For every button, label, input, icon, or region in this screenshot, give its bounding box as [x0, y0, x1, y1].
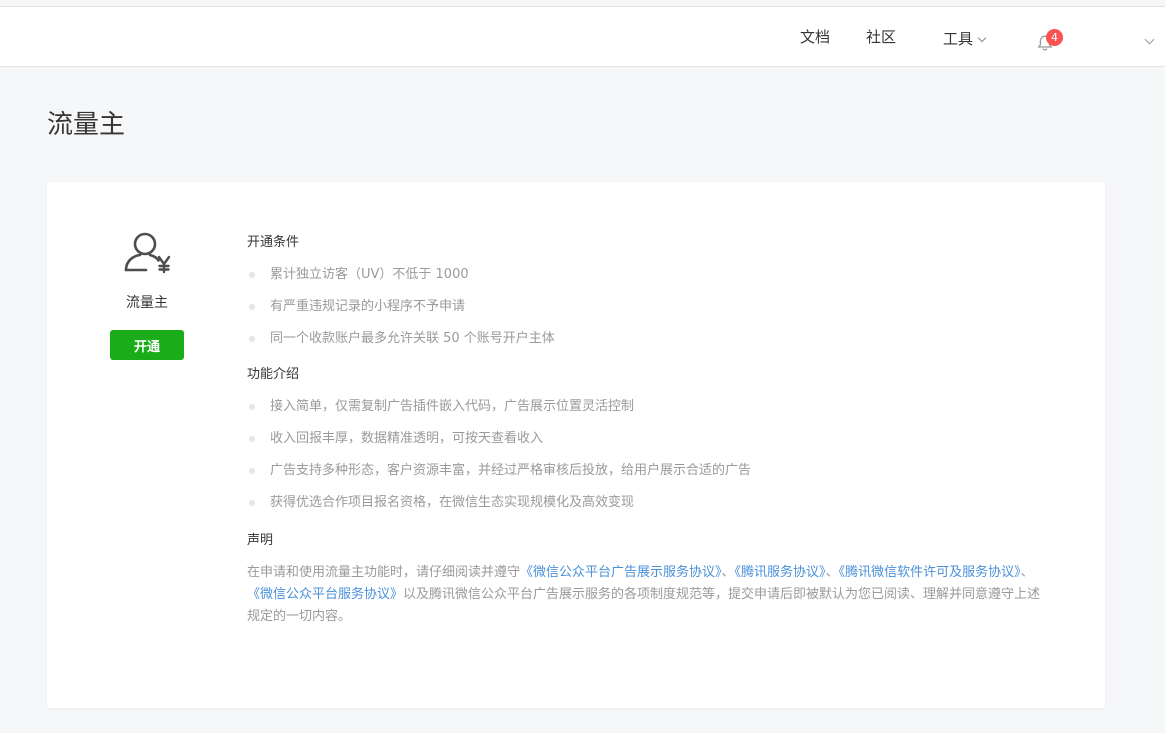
list-item: 收入回报丰厚，数据精准透明，可按天查看收入	[247, 430, 1057, 448]
wechat-license-agreement-link[interactable]: 《腾讯微信软件许可及服务协议》	[839, 565, 1021, 580]
nav-tools-dropdown[interactable]: 工具	[943, 29, 987, 49]
list-item: 接入简单，仅需复制广告插件嵌入代码，广告展示位置灵活控制	[247, 398, 1057, 416]
conditions-list: 累计独立访客（UV）不低于 1000 有严重违规记录的小程序不予申请 同一个收款…	[247, 266, 1057, 348]
nav-community-link[interactable]: 社区	[866, 27, 896, 47]
top-navigation-bar: 文档 社区 工具 4	[0, 6, 1165, 67]
nav-tools-label: 工具	[943, 30, 974, 48]
list-item: 同一个收款账户最多允许关联 50 个账号开户主体	[247, 330, 1057, 348]
notification-count-badge[interactable]: 4	[1046, 29, 1063, 46]
statement-text: 在申请和使用流量主功能时，请仔细阅读并遵守《微信公众平台广告展示服务协议》、《腾…	[247, 562, 1052, 628]
ad-display-agreement-link[interactable]: 《微信公众平台广告展示服务协议》	[520, 565, 722, 580]
service-card: 流量主 开通 开通条件 累计独立访客（UV）不低于 1000 有严重违规记录的小…	[47, 182, 1105, 708]
conditions-title: 开通条件	[247, 235, 300, 250]
statement-text-before: 在申请和使用流量主功能时，请仔细阅读并遵守	[247, 565, 521, 580]
service-name: 流量主	[126, 295, 168, 311]
open-service-button[interactable]: 开通	[110, 330, 184, 360]
list-item: 广告支持多种形态，客户资源丰富，并经过严格审核后投放，给用户展示合适的广告	[247, 462, 1057, 480]
separator: 、	[1020, 565, 1034, 580]
chevron-down-icon	[977, 33, 987, 43]
list-item: 获得优选合作项目报名资格，在微信生态实现规模化及高效变现	[247, 494, 1057, 512]
separator: 、	[721, 565, 735, 580]
statement-title: 声明	[247, 533, 274, 548]
platform-service-agreement-link[interactable]: 《微信公众平台服务协议》	[247, 587, 403, 602]
list-item: 有严重违规记录的小程序不予申请	[247, 298, 1057, 316]
user-yen-icon	[124, 232, 171, 274]
list-item: 累计独立访客（UV）不低于 1000	[247, 266, 1057, 284]
service-details: 开通条件 累计独立访客（UV）不低于 1000 有严重违规记录的小程序不予申请 …	[247, 234, 1057, 628]
account-chevron-down-icon[interactable]	[1144, 34, 1155, 45]
separator: 、	[825, 565, 839, 580]
features-list: 接入简单，仅需复制广告插件嵌入代码，广告展示位置灵活控制 收入回报丰厚，数据精准…	[247, 398, 1057, 512]
page-title: 流量主	[47, 110, 126, 140]
nav-docs-link[interactable]: 文档	[800, 27, 830, 47]
tencent-service-agreement-link[interactable]: 《腾讯服务协议》	[735, 565, 826, 580]
features-title: 功能介绍	[247, 367, 300, 382]
